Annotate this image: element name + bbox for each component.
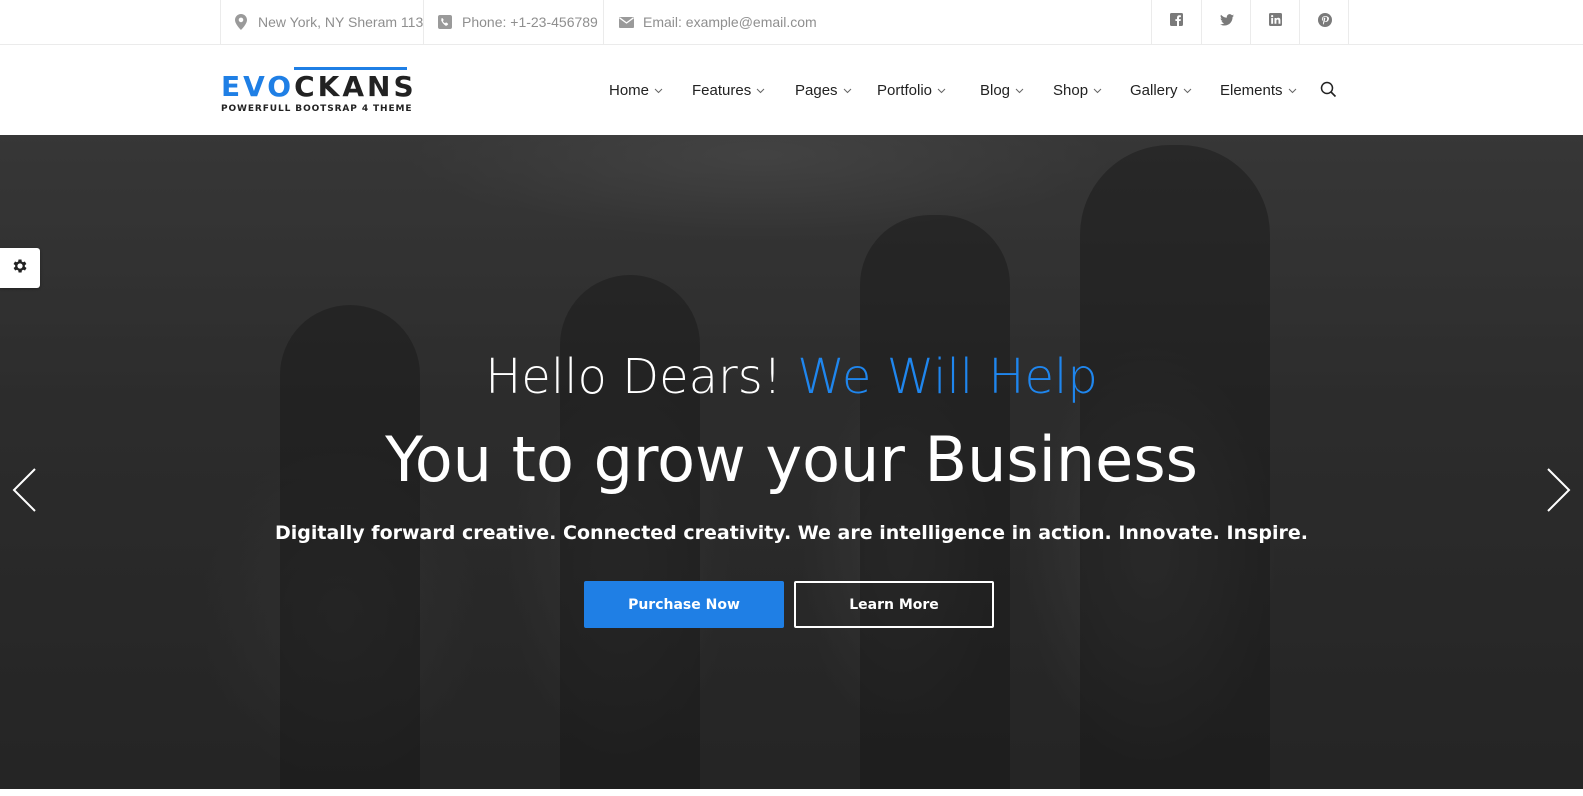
- phone-text: Phone: +1-23-456789: [462, 14, 598, 30]
- nav-label: Elements: [1220, 81, 1283, 99]
- envelope-icon: [618, 14, 634, 30]
- nav-label: Pages: [795, 81, 838, 99]
- chevron-down-icon: [756, 86, 765, 95]
- email-info: Email: example@email.com: [618, 0, 817, 44]
- map-marker-icon: [233, 14, 249, 30]
- linkedin-link[interactable]: [1251, 0, 1300, 44]
- nav-label: Portfolio: [877, 81, 933, 99]
- pinterest-icon: [1317, 12, 1332, 32]
- chevron-down-icon: [1288, 86, 1297, 95]
- phone-icon: [437, 14, 453, 30]
- nav-portfolio[interactable]: Portfolio: [877, 78, 946, 102]
- nav-pages[interactable]: Pages: [795, 78, 852, 102]
- chevron-down-icon: [654, 86, 663, 95]
- address-text: New York, NY Sheram 113: [258, 14, 424, 30]
- hero-heading-line2: You to grow your Business: [385, 423, 1198, 496]
- chevron-down-icon: [1093, 86, 1102, 95]
- search-button[interactable]: [1320, 81, 1338, 99]
- nav-label: Shop: [1053, 81, 1089, 99]
- facebook-icon: [1170, 13, 1183, 31]
- slider-prev-button[interactable]: [10, 465, 40, 515]
- chevron-down-icon: [1183, 86, 1192, 95]
- divider: [603, 0, 604, 44]
- search-icon: [1320, 81, 1337, 102]
- nav-features[interactable]: Features: [692, 78, 765, 102]
- gear-icon: [11, 257, 29, 280]
- nav-label: Blog: [980, 81, 1011, 99]
- email-text: Email: example@email.com: [643, 14, 817, 30]
- divider: [1348, 0, 1349, 44]
- twitter-link[interactable]: [1202, 0, 1251, 44]
- hero-slider: Hello Dears! We Will Help You to grow yo…: [0, 135, 1583, 789]
- purchase-now-button[interactable]: Purchase Now: [584, 581, 784, 628]
- logo-wordmark: EVOCKANS: [221, 70, 417, 103]
- nav-elements[interactable]: Elements: [1220, 78, 1297, 102]
- chevron-down-icon: [843, 86, 852, 95]
- chevron-down-icon: [937, 86, 946, 95]
- pinterest-link[interactable]: [1300, 0, 1349, 44]
- facebook-link[interactable]: [1152, 0, 1201, 44]
- main-header: EVOCKANS POWERFULL BOOTSRAP 4 THEME Home…: [0, 45, 1583, 135]
- slider-next-button[interactable]: [1543, 465, 1573, 515]
- nav-blog[interactable]: Blog: [980, 78, 1024, 102]
- phone-info: Phone: +1-23-456789: [437, 0, 598, 44]
- nav-label: Gallery: [1130, 81, 1178, 99]
- site-logo[interactable]: EVOCKANS POWERFULL BOOTSRAP 4 THEME: [221, 67, 414, 115]
- nav-home[interactable]: Home: [609, 78, 663, 102]
- linkedin-icon: [1269, 13, 1282, 31]
- divider: [423, 0, 424, 44]
- address-info: New York, NY Sheram 113: [233, 0, 423, 44]
- chevron-right-icon: [1543, 468, 1573, 519]
- nav-shop[interactable]: Shop: [1053, 78, 1102, 102]
- chevron-down-icon: [1015, 86, 1024, 95]
- chevron-left-icon: [10, 468, 40, 519]
- nav-label: Features: [692, 81, 752, 99]
- divider: [220, 0, 221, 44]
- learn-more-button[interactable]: Learn More: [794, 581, 994, 628]
- nav-label: Home: [609, 81, 650, 99]
- top-info-bar: New York, NY Sheram 113 Phone: +1-23-456…: [0, 0, 1583, 45]
- logo-tagline: POWERFULL BOOTSRAP 4 THEME: [221, 104, 413, 114]
- nav-gallery[interactable]: Gallery: [1130, 78, 1192, 102]
- hero-subtitle: Digitally forward creative. Connected cr…: [274, 522, 1308, 544]
- twitter-icon: [1219, 13, 1234, 31]
- hero-heading-line1: Hello Dears! We Will Help: [485, 349, 1098, 405]
- settings-toggle-button[interactable]: [0, 248, 40, 288]
